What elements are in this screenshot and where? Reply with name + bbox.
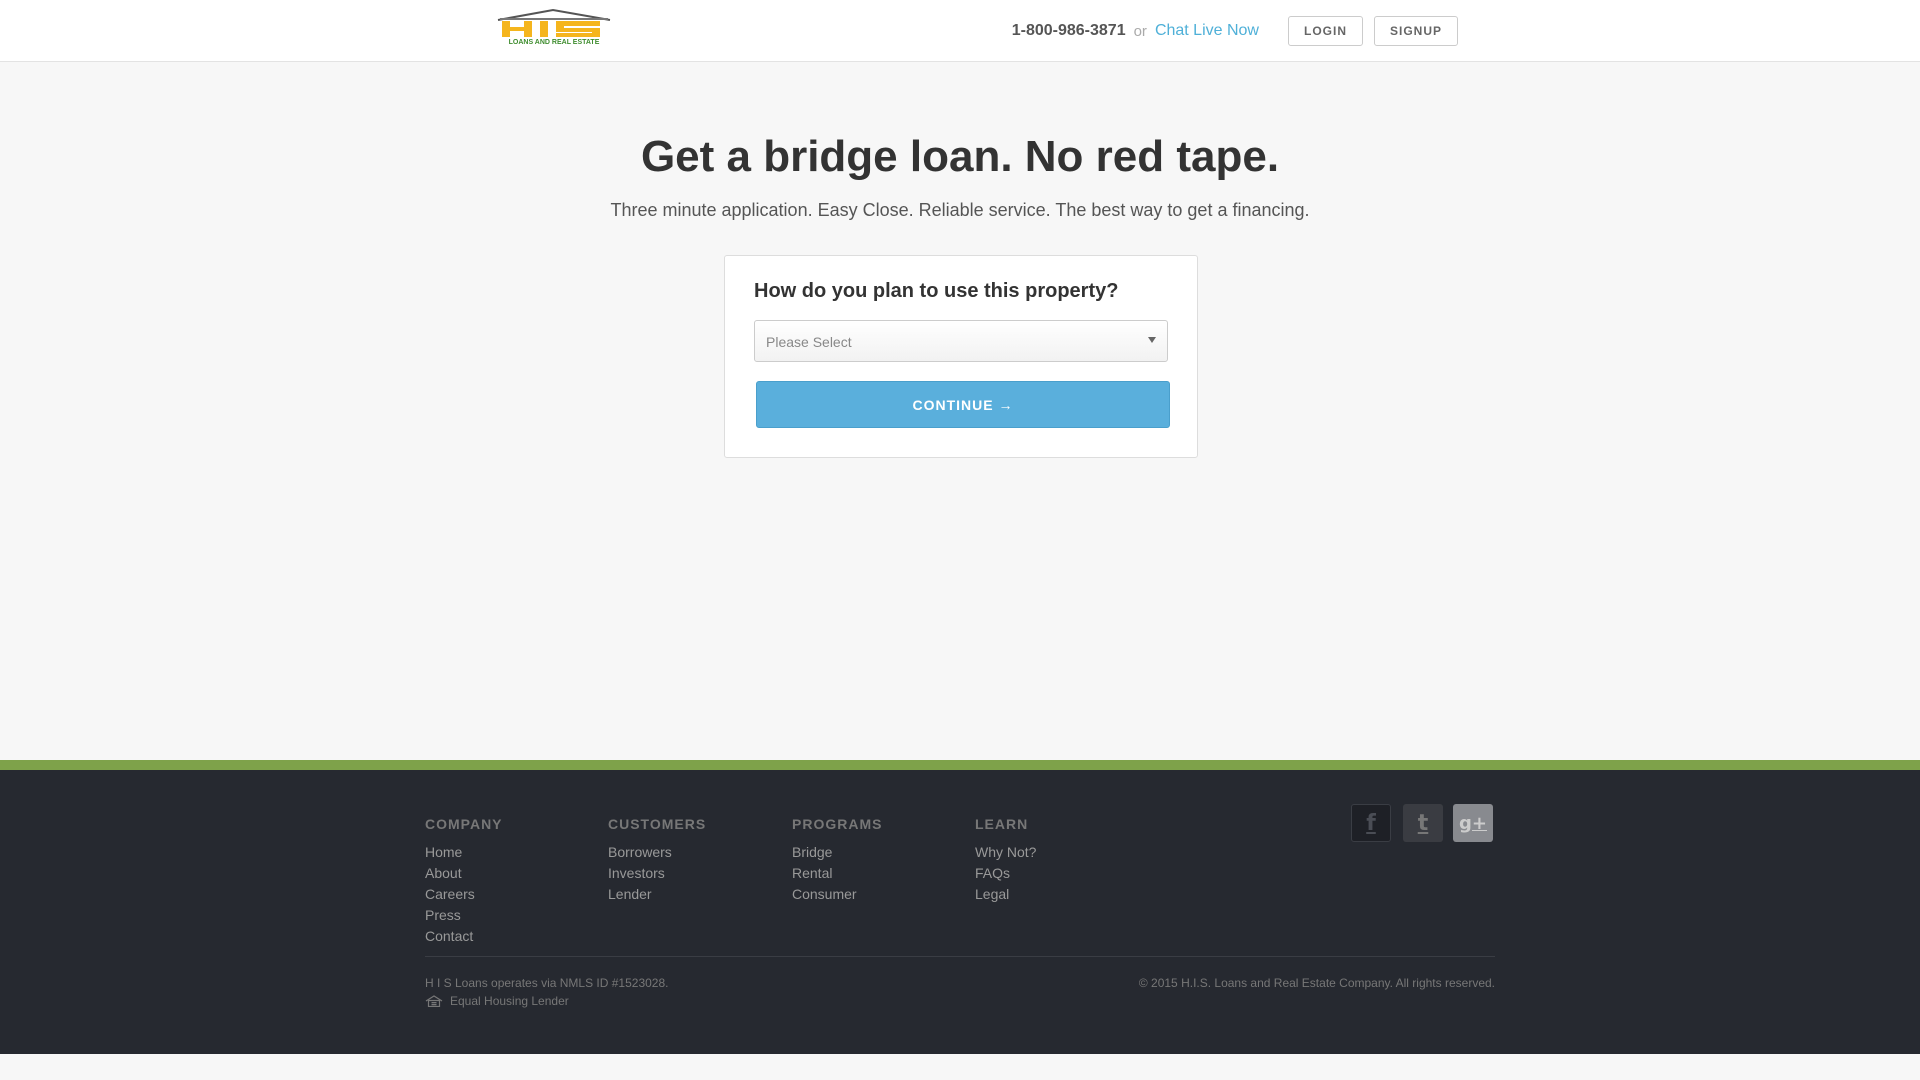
header-actions: 1-800-986-3871 or Chat Live Now LOGIN SI… <box>1012 16 1458 46</box>
footer-link-faqs[interactable]: FAQs <box>975 863 1036 884</box>
chat-live-link[interactable]: Chat Live Now <box>1155 22 1259 40</box>
footer-heading: PROGRAMS <box>792 816 883 832</box>
footer-link-legal[interactable]: Legal <box>975 884 1036 905</box>
facebook-icon[interactable]: f <box>1351 804 1391 842</box>
login-button[interactable]: LOGIN <box>1287 16 1363 46</box>
or-separator: or <box>1133 22 1147 40</box>
site-footer: COMPANY Home About Careers Press Contact… <box>0 760 1920 1054</box>
continue-button[interactable]: CONTINUE → <box>756 381 1170 428</box>
logo-subtext: LOANS AND REAL ESTATE <box>509 39 600 46</box>
footer-link-home[interactable]: Home <box>425 842 503 863</box>
his-logo[interactable]: LOANS AND REAL ESTATE <box>492 8 614 46</box>
equal-housing-text: Equal Housing Lender <box>450 994 569 1008</box>
footer-heading: CUSTOMERS <box>608 816 707 832</box>
footer-heading: COMPANY <box>425 816 503 832</box>
footer-col-company: COMPANY Home About Careers Press Contact <box>425 816 503 947</box>
google-plus-icon[interactable]: g+ <box>1453 804 1493 842</box>
select-value: Please Select <box>766 334 852 350</box>
footer-link-careers[interactable]: Careers <box>425 884 503 905</box>
logo-graphic: LOANS AND REAL ESTATE <box>497 8 611 46</box>
hero-title: Get a bridge loan. No red tape. <box>640 132 1280 181</box>
footer-link-bridge[interactable]: Bridge <box>792 842 882 863</box>
hero-subtitle: Three minute application. Easy Close. Re… <box>610 200 1310 220</box>
footer-link-consumer[interactable]: Consumer <box>792 884 882 905</box>
footer-link-why-not[interactable]: Why Not? <box>975 842 1036 863</box>
footer-link-borrowers[interactable]: Borrowers <box>608 842 706 863</box>
footer-col-customers: CUSTOMERS Borrowers Investors Lender <box>608 816 706 905</box>
footer-link-press[interactable]: Press <box>425 905 503 926</box>
property-use-card: How do you plan to use this property? Pl… <box>724 255 1198 458</box>
footer-col-learn: LEARN Why Not? FAQs Legal <box>975 816 1036 905</box>
property-use-select[interactable]: Please Select <box>754 320 1168 362</box>
site-header: LOANS AND REAL ESTATE 1-800-986-3871 or … <box>0 0 1920 62</box>
property-use-question: How do you plan to use this property? <box>754 280 1119 302</box>
nmls-note: H I S Loans operates via NMLS ID #152302… <box>425 976 669 990</box>
footer-link-rental[interactable]: Rental <box>792 863 882 884</box>
page-bottom-strip <box>0 1054 1920 1080</box>
footer-link-investors[interactable]: Investors <box>608 863 706 884</box>
footer-divider <box>425 956 1495 957</box>
twitter-icon[interactable]: t <box>1403 804 1443 842</box>
caret-down-icon <box>1148 337 1156 343</box>
house-icon <box>425 995 443 1007</box>
signup-button[interactable]: SIGNUP <box>1373 16 1458 46</box>
footer-link-lender[interactable]: Lender <box>608 884 706 905</box>
footer-link-about[interactable]: About <box>425 863 503 884</box>
footer-col-programs: PROGRAMS Bridge Rental Consumer <box>792 816 882 905</box>
equal-housing-lender: Equal Housing Lender <box>425 994 569 1008</box>
footer-link-contact[interactable]: Contact <box>425 926 503 947</box>
footer-heading: LEARN <box>975 816 1029 832</box>
copyright: © 2015 H.I.S. Loans and Real Estate Comp… <box>1138 976 1495 990</box>
phone-number[interactable]: 1-800-986-3871 <box>1012 22 1126 40</box>
